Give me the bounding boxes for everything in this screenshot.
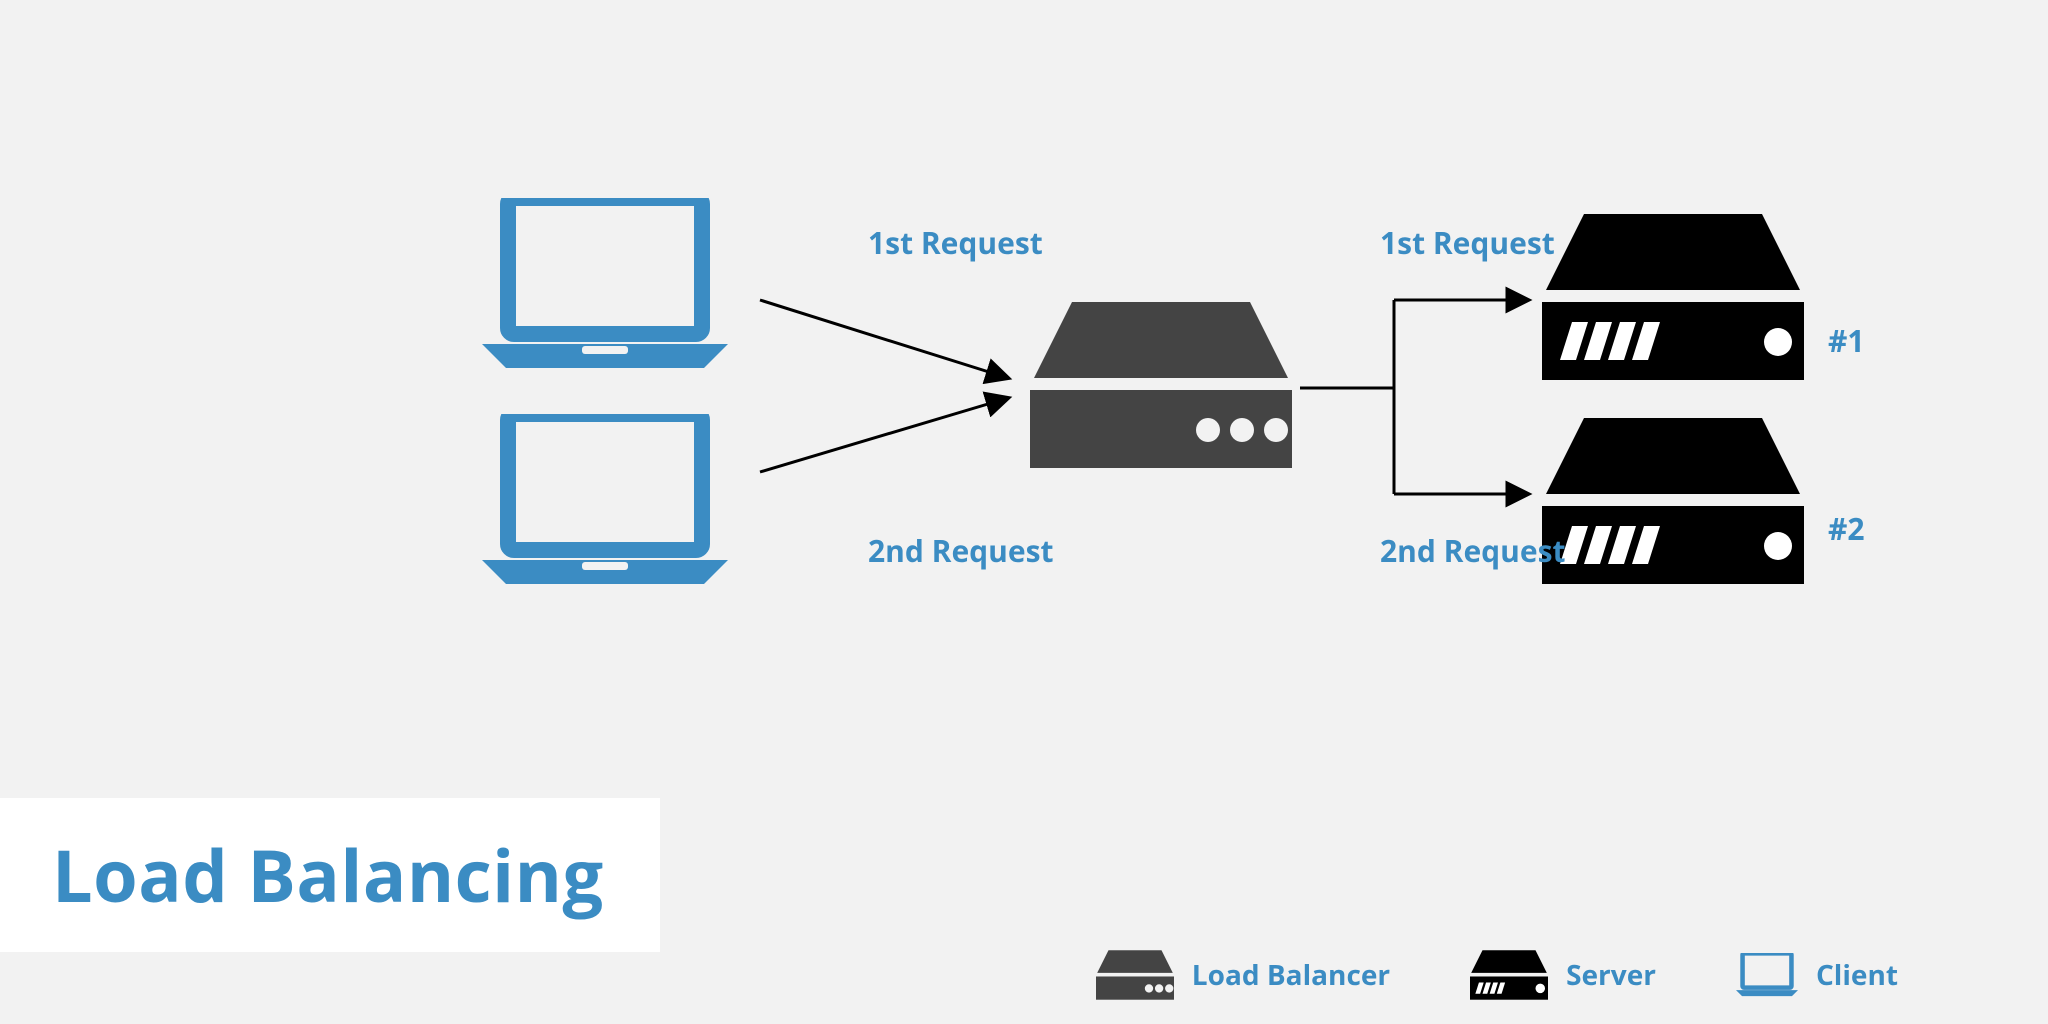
title-box: Load Balancing	[0, 798, 660, 952]
diagram-title: Load Balancing	[52, 826, 604, 924]
server-icon	[1470, 950, 1548, 1000]
legend-item-server: Server	[1470, 950, 1656, 1000]
diagram-canvas: 1st Request 2nd Request 1st Request 2nd …	[0, 0, 2048, 1024]
legend-item-load-balancer: Load Balancer	[1096, 950, 1390, 1000]
request-label: 1st Request	[1380, 222, 1555, 263]
legend-label: Load Balancer	[1192, 956, 1390, 994]
server-number-label: #1	[1828, 320, 1865, 361]
legend-item-client: Client	[1736, 953, 1898, 997]
legend: Load Balancer Server Client	[0, 950, 2048, 1000]
server-number-label: #2	[1828, 508, 1865, 549]
load-balancer-icon	[1096, 950, 1174, 1000]
request-label: 1st Request	[868, 222, 1043, 263]
request-label: 2nd Request	[868, 530, 1054, 571]
legend-label: Server	[1566, 956, 1656, 994]
legend-label: Client	[1816, 956, 1898, 994]
client-laptop-icon	[1736, 953, 1798, 997]
request-label: 2nd Request	[1380, 530, 1566, 571]
